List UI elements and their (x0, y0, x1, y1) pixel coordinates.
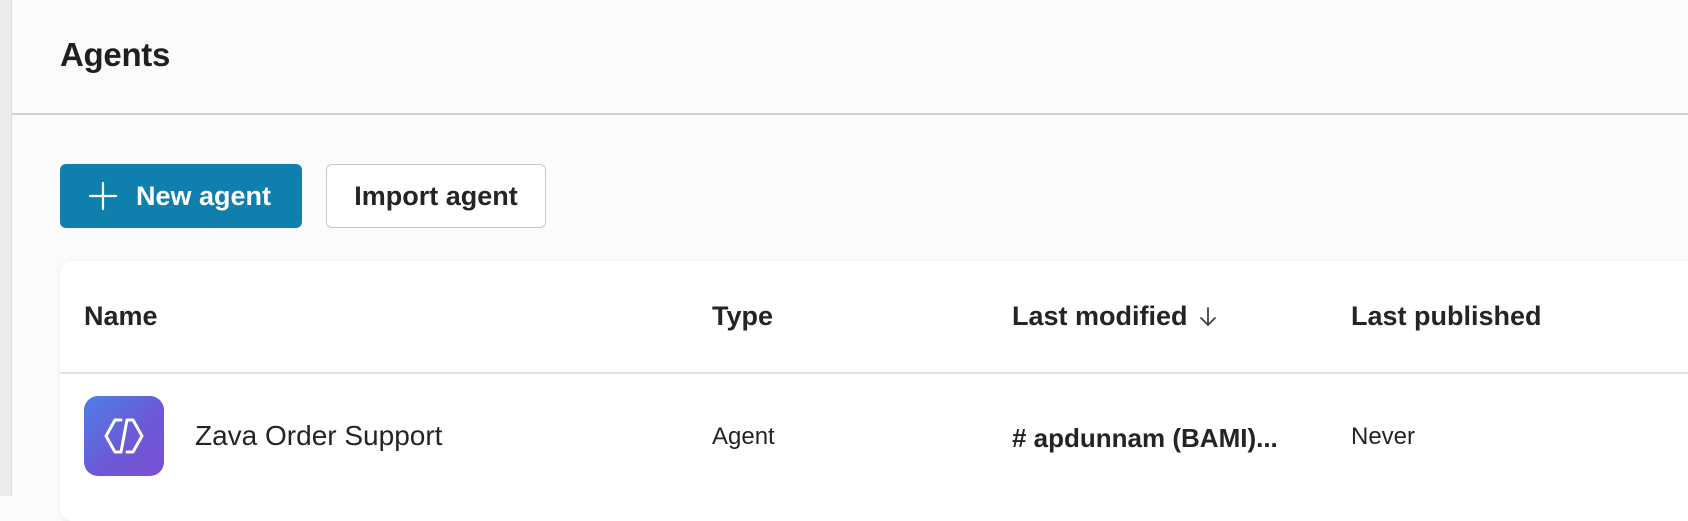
plus-icon (88, 181, 118, 211)
agent-type: Agent (712, 423, 775, 450)
column-header-last-modified[interactable]: Last modified (1012, 301, 1218, 332)
column-header-name[interactable]: Name (84, 301, 158, 332)
table-header: Name Type Last modified Last published (60, 261, 1688, 374)
column-header-last-published[interactable]: Last published (1351, 301, 1542, 332)
arrow-down-icon (1199, 306, 1216, 326)
agent-last-modified: # apdunnam (BAMI)... (1012, 423, 1278, 453)
new-agent-label: New agent (136, 180, 272, 211)
agents-table: Name Type Last modified Last published Z… (60, 261, 1688, 521)
table-row[interactable]: Zava Order Support Agent # apdunnam (BAM… (60, 376, 1688, 521)
page-title: Agents (60, 36, 171, 73)
new-agent-button[interactable]: New agent (60, 164, 302, 228)
agent-name-link[interactable]: Zava Order Support (195, 420, 442, 452)
import-agent-button[interactable]: Import agent (326, 164, 546, 228)
code-brackets-icon (104, 418, 144, 454)
left-rail (0, 0, 12, 496)
agent-last-published: Never (1351, 423, 1416, 450)
page-header: Agents (12, 0, 1688, 115)
agent-avatar (84, 396, 164, 476)
column-header-type[interactable]: Type (712, 301, 773, 332)
import-agent-label: Import agent (354, 180, 518, 211)
